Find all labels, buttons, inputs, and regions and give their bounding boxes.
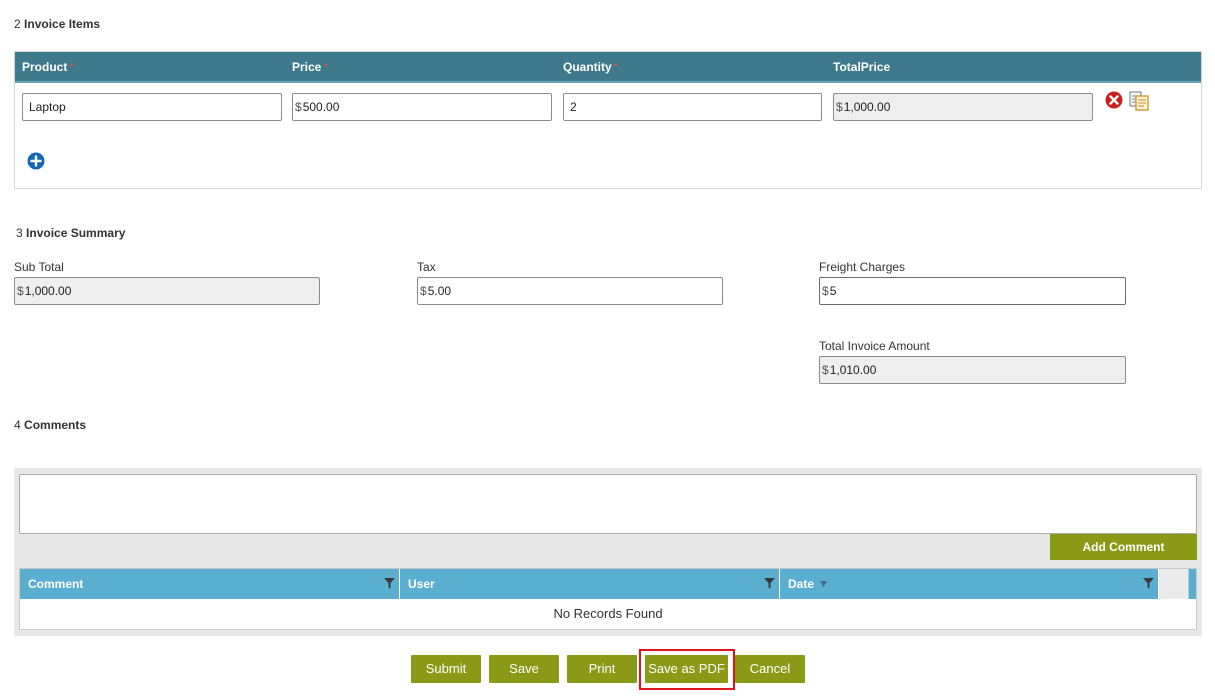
col-header-user[interactable]: User xyxy=(400,569,780,599)
required-marker: * xyxy=(69,60,75,74)
comments-heading: 4 Comments xyxy=(14,418,86,432)
col-label: User xyxy=(408,577,435,591)
save-button[interactable]: Save xyxy=(489,655,559,683)
currency-symbol: $ xyxy=(420,284,427,298)
col-label: TotalPrice xyxy=(833,60,891,74)
print-button[interactable]: Print xyxy=(567,655,637,683)
remove-circle-icon[interactable] xyxy=(1105,91,1123,109)
invoice-items-heading: 2 Invoice Items xyxy=(14,17,100,31)
tax-value: 5.00 xyxy=(427,284,452,298)
section-title: Invoice Items xyxy=(24,17,101,31)
col-header-quantity: Quantity * xyxy=(563,60,618,74)
col-label: Price xyxy=(292,60,322,74)
freight-charges-label: Freight Charges xyxy=(819,260,906,274)
currency-symbol: $ xyxy=(822,363,829,377)
freight-charges-input[interactable]: $5 xyxy=(819,277,1126,305)
col-header-comment[interactable]: Comment xyxy=(20,569,400,599)
col-header-date[interactable]: Date xyxy=(780,569,1159,599)
filter-icon[interactable] xyxy=(384,578,395,589)
invoice-items-panel: Product * Price * Quantity * TotalPrice Lap… xyxy=(14,51,1202,189)
invoice-items-header: Product * Price * Quantity * TotalPrice xyxy=(15,52,1201,83)
no-records-message: No Records Found xyxy=(553,606,663,621)
col-header-price: Price * xyxy=(292,60,328,74)
col-header-product: Product * xyxy=(22,60,74,74)
col-label: Product xyxy=(22,60,68,74)
currency-symbol: $ xyxy=(836,100,843,114)
comments-panel: Add Comment Comment User Date No Records… xyxy=(14,468,1202,636)
invoice-summary-heading: 3 Invoice Summary xyxy=(16,226,125,240)
save-as-pdf-highlight xyxy=(639,649,735,690)
comments-grid-header: Comment User Date xyxy=(20,569,1196,599)
col-label: Comment xyxy=(28,577,84,591)
comment-textarea[interactable] xyxy=(19,474,1197,534)
total-price-field: $1,000.00 xyxy=(833,93,1093,121)
submit-button[interactable]: Submit xyxy=(411,655,481,683)
filter-icon[interactable] xyxy=(1143,578,1154,589)
copy-document-icon[interactable] xyxy=(1128,90,1150,112)
freight-charges-value: 5 xyxy=(829,284,837,298)
sub-total-value: 1,000.00 xyxy=(24,284,72,298)
required-marker: * xyxy=(613,60,619,74)
price-input[interactable]: $500.00 xyxy=(292,93,552,121)
section-title: Comments xyxy=(24,418,87,432)
tax-input[interactable]: $5.00 xyxy=(417,277,723,305)
grid-header-scroll-spacer xyxy=(1159,569,1189,599)
tax-label: Tax xyxy=(417,260,436,274)
currency-symbol: $ xyxy=(295,100,302,114)
col-header-total-price: TotalPrice xyxy=(833,60,890,74)
total-price-value: 1,000.00 xyxy=(843,100,891,114)
cancel-button[interactable]: Cancel xyxy=(735,655,805,683)
comments-grid: Comment User Date No Records Found xyxy=(19,568,1197,630)
total-invoice-amount-value: 1,010.00 xyxy=(829,363,877,377)
quantity-input[interactable]: 2 xyxy=(563,93,822,121)
currency-symbol: $ xyxy=(822,284,829,298)
col-label: Date xyxy=(788,577,815,591)
required-marker: * xyxy=(323,60,329,74)
currency-symbol: $ xyxy=(17,284,24,298)
price-value: 500.00 xyxy=(302,100,340,114)
section-number: 2 xyxy=(14,17,21,31)
total-invoice-amount-label: Total Invoice Amount xyxy=(819,339,930,353)
sort-down-icon[interactable] xyxy=(820,581,827,587)
sub-total-label: Sub Total xyxy=(14,260,64,274)
product-input[interactable]: Laptop xyxy=(22,93,282,121)
col-label: Quantity xyxy=(563,60,612,74)
product-value: Laptop xyxy=(29,100,66,114)
section-number: 4 xyxy=(14,418,21,432)
quantity-value: 2 xyxy=(570,100,577,114)
add-circle-icon[interactable] xyxy=(27,152,45,170)
sub-total-field: $1,000.00 xyxy=(14,277,320,305)
total-invoice-amount-field: $1,010.00 xyxy=(819,356,1126,384)
add-comment-button[interactable]: Add Comment xyxy=(1050,534,1197,560)
filter-icon[interactable] xyxy=(764,578,775,589)
section-number: 3 xyxy=(16,226,23,240)
section-title: Invoice Summary xyxy=(26,226,126,240)
